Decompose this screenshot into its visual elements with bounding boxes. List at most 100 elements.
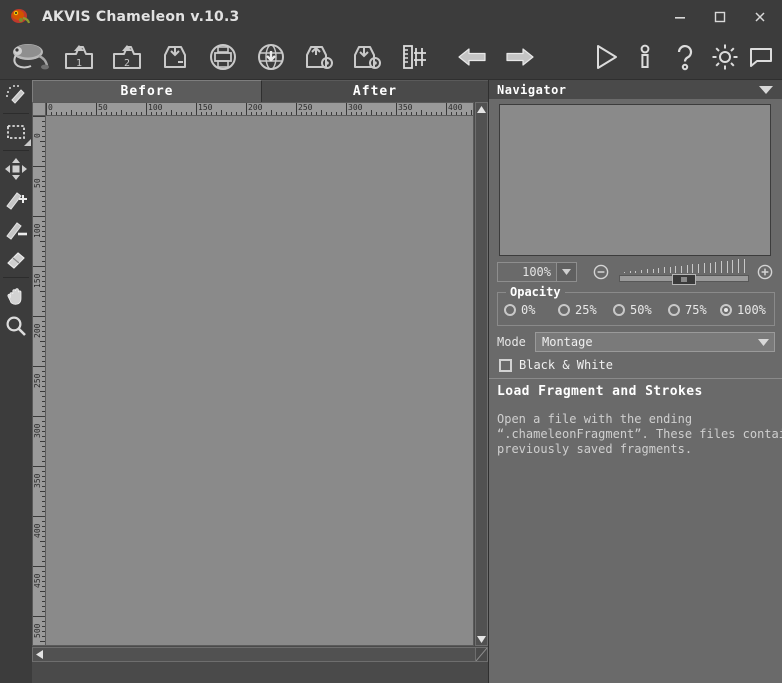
ruler-tick [41, 271, 45, 272]
ruler-tick [291, 111, 292, 115]
print-button[interactable] [201, 36, 245, 78]
comments-button[interactable] [744, 36, 778, 78]
svg-text:1: 1 [76, 58, 82, 69]
canvas-horizontal-scrollbar[interactable] [32, 647, 488, 662]
ruler-tick [366, 111, 367, 115]
ruler-tick [71, 110, 72, 115]
zoom-slider-tick [658, 268, 660, 273]
ruler-tick [306, 111, 307, 115]
undo-button[interactable] [450, 36, 494, 78]
ruler-tick [141, 111, 142, 115]
opacity-option-50[interactable]: 50% [613, 303, 652, 317]
black-white-row[interactable]: Black & White [499, 358, 613, 372]
opacity-option-100[interactable]: 100% [720, 303, 766, 317]
rectangular-select-tool[interactable] [0, 117, 32, 147]
ruler-tick [41, 536, 45, 537]
ruler-tick [276, 111, 277, 115]
publish-image-button[interactable] [249, 36, 293, 78]
about-button[interactable] [628, 36, 662, 78]
ruler-tick [41, 486, 45, 487]
triangle-left-icon [36, 650, 43, 659]
ruler-tick [41, 476, 45, 477]
ruler-tick [40, 591, 45, 592]
radio-icon[interactable] [558, 304, 570, 316]
background-pencil-tool[interactable] [0, 214, 32, 244]
mode-select[interactable]: Montage [535, 332, 775, 352]
close-button[interactable] [740, 0, 780, 33]
open-image-2-button[interactable]: 2 [105, 36, 149, 78]
chameleon-brand-button[interactable] [4, 36, 56, 78]
zoom-slider-tick [646, 269, 648, 273]
mode-dropdown-arrow[interactable] [752, 338, 774, 346]
scroll-down-button[interactable] [476, 633, 487, 645]
crop-button[interactable] [393, 36, 437, 78]
preferences-button[interactable] [708, 36, 742, 78]
ruler-tick [351, 111, 352, 115]
ruler-tick [41, 136, 45, 137]
zoom-slider-thumb[interactable] [672, 274, 696, 285]
zoom-slider-tick [652, 268, 654, 273]
image-canvas[interactable] [46, 116, 474, 646]
zoom-tool[interactable] [0, 311, 32, 341]
save-settings-button[interactable] [345, 36, 389, 78]
opacity-option-75[interactable]: 75% [668, 303, 707, 317]
ruler-tick [40, 341, 45, 342]
zoom-in-button[interactable] [757, 264, 773, 280]
ruler-corner [32, 102, 46, 116]
ruler-tick [41, 431, 45, 432]
zoom-slider-tick [709, 262, 711, 273]
radio-icon[interactable] [613, 304, 625, 316]
black-white-checkbox[interactable] [499, 358, 512, 372]
resize-grip[interactable] [475, 647, 488, 662]
ruler-tick [41, 511, 45, 512]
zoom-level-combobox[interactable]: 100% [497, 262, 577, 282]
help-button[interactable] [668, 36, 702, 78]
ruler-tick [381, 111, 382, 115]
save-image-button[interactable] [153, 36, 197, 78]
ruler-label: 250 [298, 103, 313, 112]
navigator-header[interactable]: Navigator [489, 80, 782, 99]
canvas-vertical-scrollbar[interactable] [475, 102, 488, 646]
ruler-tick [241, 111, 242, 115]
tab-before[interactable]: Before [32, 80, 262, 102]
ruler-tick [251, 111, 252, 115]
chevron-down-icon[interactable] [759, 84, 773, 98]
redo-button[interactable] [498, 36, 542, 78]
zoom-dropdown-arrow[interactable] [556, 263, 576, 281]
tool-separator [3, 277, 29, 278]
zoom-out-button[interactable] [593, 264, 609, 280]
run-button[interactable] [584, 36, 628, 78]
ruler-tick [206, 111, 207, 115]
ruler-label: 0 [48, 103, 53, 112]
radio-icon[interactable] [668, 304, 680, 316]
open-image-1-button[interactable]: 1 [57, 36, 101, 78]
opacity-option-25[interactable]: 25% [558, 303, 597, 317]
ruler-label: 100 [148, 103, 163, 112]
add-fragment-pencil-tool[interactable] [0, 184, 32, 214]
ruler-tick [406, 111, 407, 115]
tab-after[interactable]: After [262, 80, 488, 102]
zoom-slider[interactable] [619, 258, 749, 285]
ruler-tick [41, 376, 45, 377]
radio-selected-icon[interactable] [720, 304, 732, 316]
ruler-tick [191, 111, 192, 115]
scroll-left-button[interactable] [33, 648, 46, 661]
load-settings-button[interactable] [297, 36, 341, 78]
zoom-slider-tick [703, 263, 705, 273]
radio-icon[interactable] [504, 304, 516, 316]
magic-wand-tool[interactable] [0, 80, 32, 110]
scroll-up-button[interactable] [476, 103, 487, 115]
black-white-label: Black & White [519, 358, 613, 372]
navigator-thumbnail[interactable] [499, 104, 771, 256]
tool-separator [3, 150, 29, 151]
ruler-tick [41, 461, 45, 462]
maximize-button[interactable] [700, 0, 740, 33]
eraser-tool[interactable] [0, 244, 32, 274]
minimize-button[interactable] [660, 0, 700, 33]
transform-tool[interactable] [0, 154, 32, 184]
ruler-tick [41, 236, 45, 237]
tool-separator [3, 113, 29, 114]
hand-tool[interactable] [0, 281, 32, 311]
opacity-option-0[interactable]: 0% [504, 303, 535, 317]
ruler-tick [61, 111, 62, 115]
